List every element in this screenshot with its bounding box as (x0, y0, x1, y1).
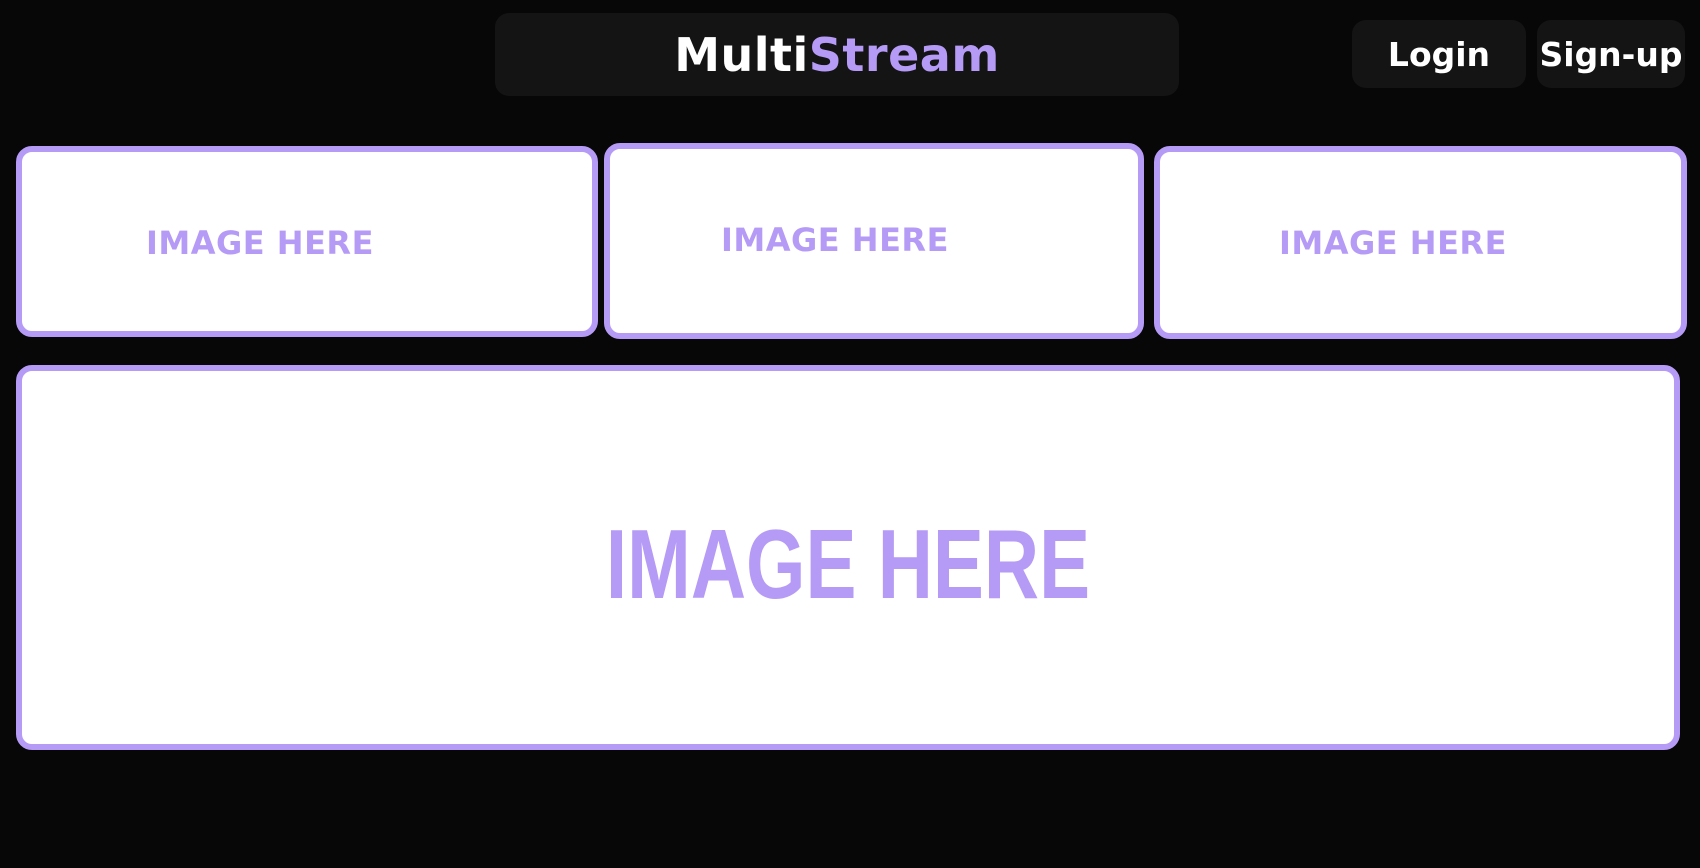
image-placeholder-label: IMAGE HERE (605, 509, 1091, 619)
login-button[interactable]: Login (1352, 20, 1526, 88)
image-placeholder-label: IMAGE HERE (721, 221, 949, 259)
brand-header: MultiStream (495, 13, 1179, 96)
thumbnail-card-1[interactable]: IMAGE HERE (16, 146, 598, 337)
site-logo[interactable]: MultiStream (674, 32, 1000, 78)
brand-second-word: Stream (808, 27, 1000, 82)
brand-first-word: Multi (674, 27, 809, 82)
thumbnail-card-2[interactable]: IMAGE HERE (604, 143, 1144, 339)
signup-button[interactable]: Sign-up (1537, 20, 1685, 88)
image-placeholder-label: IMAGE HERE (146, 224, 374, 262)
thumbnail-card-3[interactable]: IMAGE HERE (1154, 146, 1687, 339)
main-stream-card[interactable]: IMAGE HERE (16, 365, 1680, 750)
image-placeholder-label: IMAGE HERE (1279, 224, 1507, 262)
